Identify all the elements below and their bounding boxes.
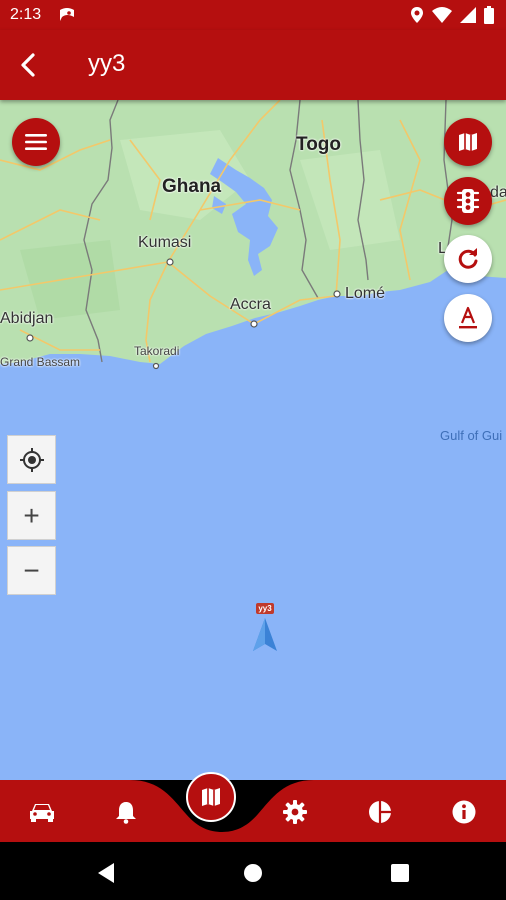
nav-map[interactable]: [186, 772, 236, 822]
map-label-lome: Lomé: [345, 285, 386, 302]
bottom-nav-background: [0, 780, 506, 842]
square-recents-icon: [391, 864, 409, 882]
gear-icon: [283, 800, 307, 824]
zoom-out-label: −: [23, 554, 40, 586]
nav-reports[interactable]: [362, 797, 398, 827]
notification-icon: [58, 7, 76, 28]
map-canvas: [0, 100, 506, 370]
bell-icon: [116, 802, 136, 824]
map-view[interactable]: Togo Ghana Kumasi Accra Lomé Abidjan Gra…: [0, 100, 506, 780]
vehicle-plate: yy3: [256, 603, 274, 614]
city-dot-kumasi: [166, 258, 174, 266]
system-nav-bar: [0, 842, 506, 900]
triangle-back-icon: [98, 863, 114, 883]
nav-settings[interactable]: [277, 797, 313, 827]
map-label-togo: Togo: [296, 134, 342, 155]
refresh-button[interactable]: [444, 235, 492, 283]
city-dot-accra: [250, 320, 258, 328]
map-type-button[interactable]: [444, 118, 492, 166]
info-icon: [452, 800, 476, 824]
circle-home-icon: [244, 864, 262, 882]
text-format-icon: [459, 306, 477, 329]
map-icon: [202, 788, 220, 806]
zoom-in-button[interactable]: +: [7, 491, 56, 540]
location-icon: [410, 6, 424, 29]
city-dot-abidjan: [26, 334, 34, 342]
nav-vehicles[interactable]: [24, 797, 60, 827]
nav-info[interactable]: [446, 797, 482, 827]
status-bar: 2:13: [0, 0, 506, 30]
back-button[interactable]: [10, 47, 46, 83]
label-toggle-button[interactable]: [444, 294, 492, 342]
crosshair-icon: [19, 447, 44, 472]
refresh-icon: [458, 248, 478, 269]
vehicle-marker[interactable]: yy3: [250, 603, 280, 653]
battery-icon: [484, 6, 494, 29]
map-label-accra: Accra: [230, 296, 271, 313]
page-title: yy3: [88, 50, 126, 77]
map-label-kumasi: Kumasi: [138, 234, 192, 251]
map-label-takoradi: Takoradi: [134, 344, 180, 358]
status-time: 2:13: [10, 6, 42, 23]
city-dot-takoradi: [152, 362, 160, 370]
my-location-button[interactable]: [7, 435, 56, 484]
pie-chart-icon: [369, 801, 391, 823]
map-icon: [459, 133, 477, 151]
city-dot-lome: [333, 290, 341, 298]
map-label-gulf: Gulf of Gui: [440, 428, 503, 443]
nav-alerts[interactable]: [108, 797, 144, 827]
hamburger-icon: [25, 134, 47, 150]
zoom-out-button[interactable]: −: [7, 546, 56, 595]
map-label-grand-bassam: Grand Bassam: [0, 355, 81, 369]
map-label-abidjan: Abidjan: [0, 310, 54, 327]
app-bar: yy3: [0, 30, 506, 100]
map-label-ghana: Ghana: [162, 176, 222, 197]
wifi-icon: [432, 7, 452, 28]
map-label-edge-da: da: [490, 184, 506, 201]
traffic-button[interactable]: [444, 177, 492, 225]
system-back-button[interactable]: [94, 861, 118, 885]
chevron-left-icon: [21, 53, 35, 77]
car-icon: [30, 804, 54, 822]
system-recents-button[interactable]: [388, 861, 412, 885]
system-home-button[interactable]: [241, 861, 265, 885]
status-icons: [410, 6, 494, 29]
signal-icon: [460, 7, 476, 28]
navigation-arrow-icon: [253, 618, 277, 651]
menu-button[interactable]: [12, 118, 60, 166]
zoom-in-label: +: [23, 499, 40, 531]
traffic-light-icon: [456, 189, 480, 213]
bottom-nav: [0, 770, 506, 842]
